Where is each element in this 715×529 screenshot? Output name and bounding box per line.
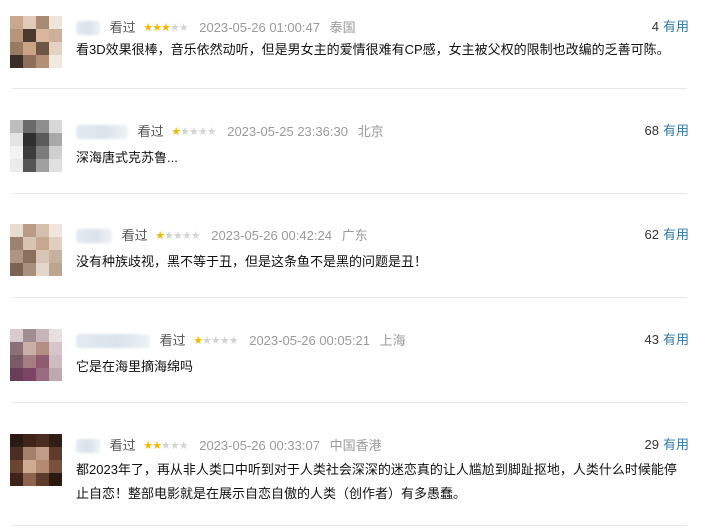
divider [12, 88, 687, 89]
vote-count: 62 [644, 227, 659, 242]
divider [12, 525, 687, 526]
review-time: 2023-05-26 01:00:47 [199, 19, 320, 35]
review-location: 中国香港 [329, 437, 382, 453]
review-meta: 看过 ★★★★★ 2023-05-26 00:05:21 上海 [76, 331, 406, 349]
vote-area: 4 有用 [652, 18, 689, 36]
vote-area: 68 有用 [645, 122, 689, 140]
avatar[interactable] [10, 120, 62, 172]
divider [12, 297, 687, 298]
review-meta: 看过 ★★★★★ 2023-05-26 01:00:47 泰国 [76, 18, 356, 36]
divider [12, 193, 687, 194]
review-content: 没有种族歧视，黑不等于丑，但是这条鱼不是黑的问题是丑！ [76, 254, 428, 269]
review-meta: 看过 ★★★★★ 2023-05-26 00:42:24 广东 [76, 226, 368, 244]
review-item: 看过 ★★★★★ 2023-05-26 00:33:07 中国香港 29 有用 都… [0, 418, 715, 522]
review-time: 2023-05-26 00:33:07 [199, 437, 320, 453]
review-time: 2023-05-26 00:05:21 [249, 332, 370, 348]
avatar[interactable] [10, 224, 62, 276]
review-content: 看3D效果很棒，音乐依然动听，但是男女主的爱情很难有CP感，女主被父权的限制也改… [76, 42, 670, 57]
review-meta: 看过 ★★★★★ 2023-05-26 00:33:07 中国香港 [76, 436, 382, 454]
useful-button[interactable]: 有用 [663, 227, 689, 242]
watch-status: 看过 [159, 332, 186, 348]
review-content: 都2023年了，再从非人类口中听到对于人类社会深深的迷恋真的让人尴尬到脚趾抠地，… [76, 458, 686, 506]
avatar[interactable] [10, 16, 62, 68]
username-blurred[interactable] [76, 438, 100, 453]
useful-button[interactable]: 有用 [663, 123, 689, 138]
useful-button[interactable]: 有用 [663, 437, 689, 452]
review-time: 2023-05-26 00:42:24 [211, 227, 332, 243]
watch-status: 看过 [109, 437, 136, 453]
vote-count: 68 [644, 123, 659, 138]
useful-button[interactable]: 有用 [663, 332, 689, 347]
avatar[interactable] [10, 434, 62, 486]
vote-area: 43 有用 [645, 331, 689, 349]
vote-count: 43 [644, 332, 659, 347]
review-content: 它是在海里摘海绵吗 [76, 359, 194, 374]
review-location: 广东 [341, 227, 368, 243]
username-blurred[interactable] [76, 333, 150, 348]
watch-status: 看过 [109, 19, 136, 35]
rating-stars: ★★★★★ [143, 439, 188, 452]
review-content-line: 止自恋！整部电影就是在展示自恋自傲的人类（创作者）有多愚蠢。 [76, 486, 467, 501]
review-content-line: 都2023年了，再从非人类口中听到对于人类社会深深的迷恋真的让人尴尬到脚趾抠地，… [76, 462, 677, 477]
vote-count: 29 [644, 437, 659, 452]
username-blurred[interactable] [76, 124, 128, 139]
rating-stars: ★★★★★ [171, 125, 216, 138]
review-location: 北京 [357, 123, 384, 139]
watch-status: 看过 [137, 123, 164, 139]
vote-area: 29 有用 [645, 436, 689, 454]
review-content: 深海唐式克苏鲁... [76, 150, 178, 165]
divider [12, 402, 687, 403]
username-blurred[interactable] [76, 20, 100, 35]
review-time: 2023-05-25 23:36:30 [227, 123, 348, 139]
review-location: 上海 [379, 332, 406, 348]
review-meta: 看过 ★★★★★ 2023-05-25 23:36:30 北京 [76, 122, 384, 140]
useful-button[interactable]: 有用 [663, 19, 689, 34]
rating-stars: ★★★★★ [143, 21, 188, 34]
username-blurred[interactable] [76, 228, 112, 243]
vote-count: 4 [651, 19, 659, 34]
rating-stars: ★★★★★ [155, 229, 200, 242]
rating-stars: ★★★★★ [193, 334, 238, 347]
watch-status: 看过 [121, 227, 148, 243]
avatar[interactable] [10, 329, 62, 381]
vote-area: 62 有用 [645, 226, 689, 244]
review-location: 泰国 [329, 19, 356, 35]
